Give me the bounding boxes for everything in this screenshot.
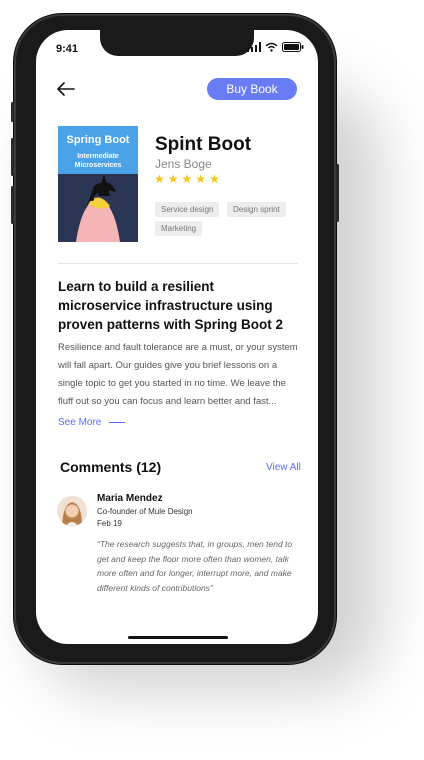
book-author: Jens Boge <box>155 157 212 171</box>
home-indicator <box>128 636 228 639</box>
wifi-icon <box>265 42 278 52</box>
description-headline: Learn to build a resilient microservice … <box>58 279 284 332</box>
description-body: Resilience and fault tolerance are a mus… <box>58 342 298 407</box>
tag-marketing[interactable]: Marketing <box>155 221 203 236</box>
avatar-portrait <box>57 496 87 526</box>
star-icon: ★ <box>195 172 207 186</box>
battery-icon <box>282 42 304 52</box>
comment-author: Maria Mendez <box>97 493 163 504</box>
back-arrow-icon[interactable] <box>56 80 76 98</box>
view-all-link[interactable]: View All <box>266 462 301 473</box>
notch <box>100 30 254 56</box>
book-title: Spint Boot <box>155 134 252 155</box>
comment-date: Feb 19 <box>97 519 122 528</box>
signal-icon <box>247 42 261 52</box>
volume-up-button <box>11 138 14 176</box>
divider <box>58 263 298 264</box>
power-button <box>336 164 339 222</box>
volume-down-button <box>11 186 14 224</box>
see-more-link[interactable]: See More <box>58 417 126 428</box>
comment-author-role: Co-founder of Mule Design <box>97 507 193 516</box>
mute-switch <box>11 102 14 122</box>
app-screen: 9:41 Buy Book Spring Boot Intermediate M… <box>36 30 318 644</box>
see-more-line <box>109 422 126 423</box>
star-icon: ★ <box>154 172 165 186</box>
status-icons <box>247 42 304 52</box>
buy-book-button[interactable]: Buy Book <box>207 78 297 100</box>
star-icon: ★ <box>181 172 193 186</box>
status-time: 9:41 <box>56 43 79 55</box>
tag-service-design[interactable]: Service design <box>155 202 220 217</box>
avatar <box>57 496 87 526</box>
book-cover: Spring Boot Intermediate Microservices <box>58 126 138 242</box>
rating-stars: ★ ★ ★ ★ ★ <box>154 172 220 186</box>
comments-title: Comments (12) <box>60 459 162 475</box>
comment-text: “The research suggests that, in groups, … <box>97 539 293 593</box>
star-icon: ★ <box>167 172 179 186</box>
see-more-label: See More <box>58 417 102 428</box>
star-icon: ★ <box>209 172 220 186</box>
cover-illustration <box>76 174 120 242</box>
tag-design-sprint[interactable]: Design sprint <box>227 202 286 217</box>
